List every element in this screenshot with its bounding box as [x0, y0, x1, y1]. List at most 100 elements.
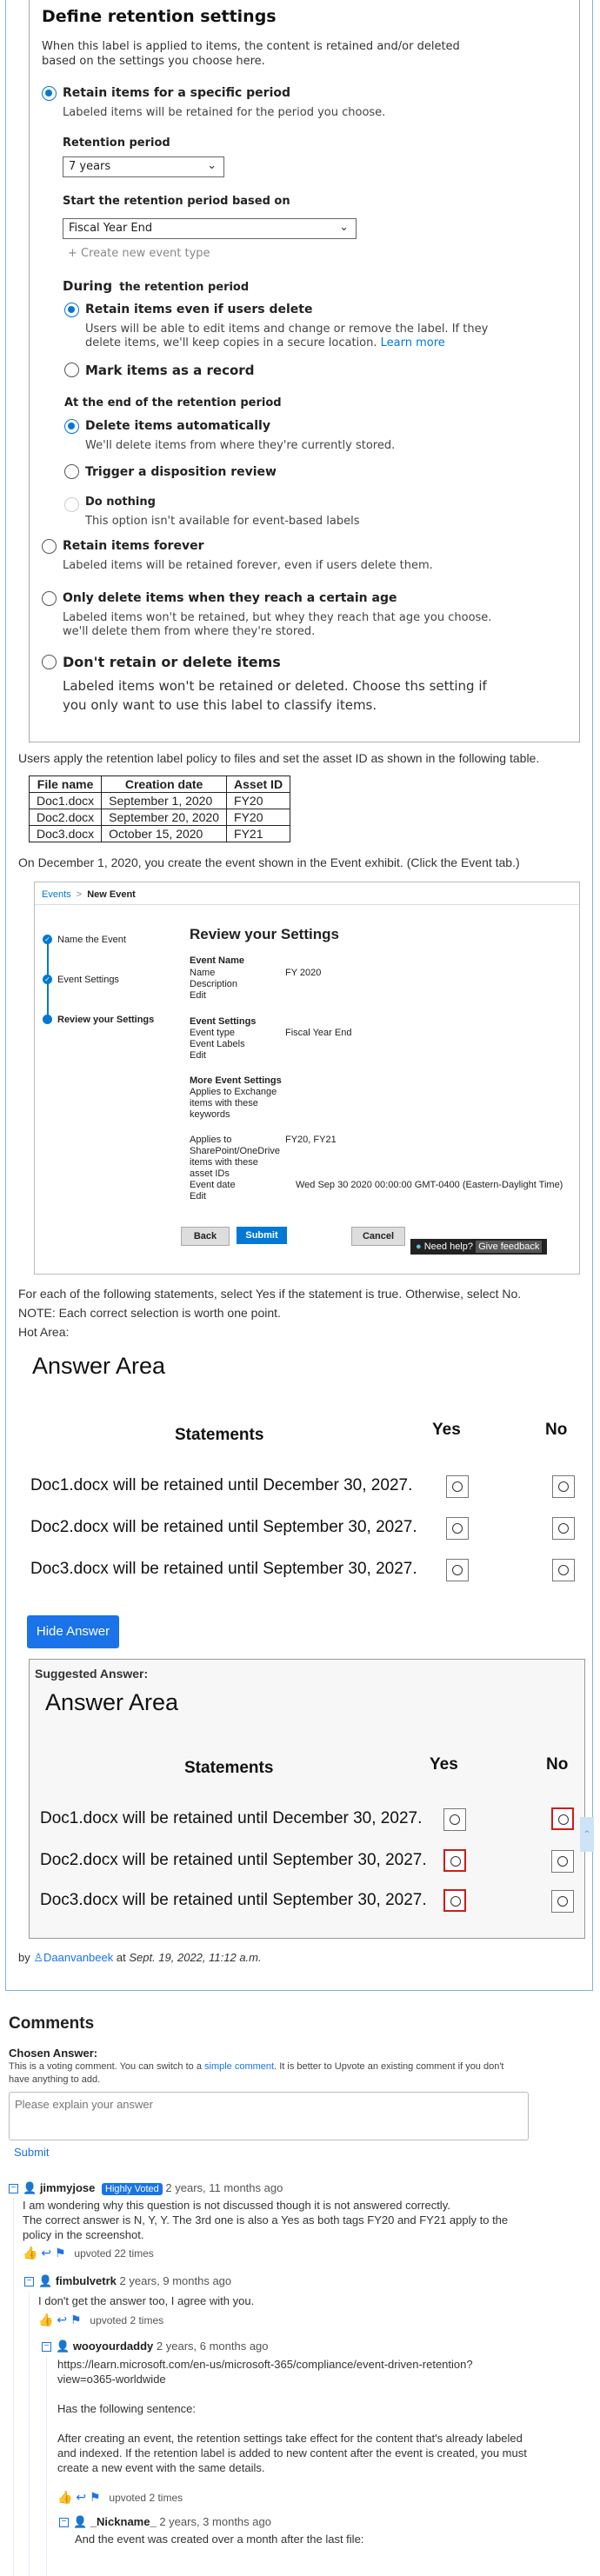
upvote-icon[interactable]: 👍	[57, 2490, 72, 2504]
back-button[interactable]: Back	[181, 1227, 230, 1246]
hide-answer-button[interactable]: Hide Answer	[27, 1615, 119, 1648]
table-cell: Doc3.docx	[28, 825, 103, 842]
simple-comment-link[interactable]: simple comment	[204, 2061, 274, 2072]
edit-link[interactable]: Edit	[190, 990, 206, 1001]
review-heading: Review your Settings	[190, 926, 339, 942]
comment-3-header: 👤 wooyourdaddy 2 years, 6 months ago	[56, 2340, 269, 2353]
byline: by ♙Daanvanbeek at Sept. 19, 2022, 11:12…	[18, 1951, 262, 1965]
comment-3-line: https://learn.microsoft.com/en-us/micros…	[57, 2358, 473, 2371]
thread-line	[29, 2291, 30, 2576]
edit-link[interactable]: Edit	[190, 1050, 206, 1061]
no-radio-1[interactable]	[552, 1475, 575, 1498]
comment-3-upvotes: upvoted 2 times	[109, 2492, 183, 2504]
opt-retain-forever: Retain items forever	[63, 539, 204, 553]
breadcrumb-events[interactable]: Events	[42, 889, 71, 900]
table-cell: FY21	[226, 825, 291, 842]
byline-date: Sept. 19, 2022, 11:12 a.m.	[129, 1951, 262, 1964]
name-label: Name	[190, 968, 216, 978]
upvote-icon[interactable]: 👍	[23, 2246, 37, 2260]
submit-button[interactable]: Submit	[237, 1227, 287, 1244]
radio-dont-retain[interactable]	[42, 655, 57, 669]
comment-2-date: 2 years, 9 months ago	[119, 2274, 232, 2287]
more-settings-title: More Event Settings	[190, 1075, 282, 1086]
comment-3-date: 2 years, 6 months ago	[156, 2340, 269, 2353]
suggested-no-2	[551, 1850, 574, 1873]
collapse-toggle-3[interactable]: −	[42, 2342, 51, 2352]
opt-retain-delete: Retain items even if users delete	[85, 303, 313, 316]
collapse-toggle-4[interactable]: −	[59, 2518, 69, 2527]
hot-area-label: Hot Area:	[18, 1325, 70, 1339]
opt-delete-auto: Delete items automatically	[85, 419, 270, 433]
flag-icon[interactable]: ⚑	[70, 2313, 82, 2326]
suggested-answer-title: Answer Area	[45, 1689, 179, 1715]
submit-comment-button[interactable]: Submit	[14, 2146, 49, 2159]
table-row: Doc3.docx October 15, 2020 FY21	[28, 825, 291, 842]
comment-3-author[interactable]: wooyourdaddy	[73, 2340, 153, 2353]
comment-3-line: view=o365-worldwide	[57, 2373, 166, 2386]
suggested-answer-box: Suggested Answer: Answer Area Statements…	[29, 1659, 585, 1939]
opt-dont-retain-desc1: Labeled items won't be retained or delet…	[63, 678, 487, 694]
table-cell: October 15, 2020	[101, 825, 228, 842]
comment-2-line: I don't get the answer too, I agree with…	[38, 2294, 255, 2307]
suggested-statement-1: Doc1.docx will be retained until Decembe…	[40, 1809, 423, 1827]
step-event-settings[interactable]: Event Settings	[57, 975, 119, 985]
reply-icon[interactable]: ↩	[76, 2490, 86, 2504]
no-radio-3[interactable]	[552, 1559, 575, 1581]
byline-by: by	[18, 1951, 30, 1964]
check-icon: ✓	[43, 935, 52, 944]
yes-radio-1[interactable]	[446, 1475, 469, 1498]
event-name-title: Event Name	[190, 955, 244, 966]
radio-delete-age[interactable]	[42, 591, 57, 606]
step-review[interactable]: Review your Settings	[57, 1015, 154, 1025]
answer-area-title: Answer Area	[32, 1353, 166, 1379]
voting-note-line2: have anything to add.	[9, 2074, 101, 2085]
flag-icon[interactable]: ⚑	[55, 2246, 66, 2260]
suggested-statement-3: Doc3.docx will be retained until Septemb…	[40, 1891, 427, 1909]
edit-link[interactable]: Edit	[190, 1191, 206, 1201]
comment-4-line: And the event was created over a month a…	[75, 2533, 364, 2546]
suggested-no-1-selected	[551, 1807, 574, 1830]
comment-4-author[interactable]: _Nickname_	[90, 2515, 157, 2528]
check-icon: ✓	[43, 975, 52, 984]
sharepoint-value: FY20, FY21	[285, 1135, 337, 1145]
give-feedback-button[interactable]: Give feedback	[476, 1241, 543, 1253]
radio-mark-record[interactable]	[64, 363, 79, 377]
flag-icon[interactable]: ⚑	[90, 2490, 101, 2504]
learn-more-link[interactable]: Learn more	[381, 336, 445, 349]
collapse-toggle-1[interactable]: −	[9, 2184, 18, 2193]
comment-1-line: I am wondering why this question is not …	[23, 2199, 450, 2212]
step-name-event[interactable]: Name the Event	[57, 935, 126, 945]
note-text: NOTE: Each correct selection is worth on…	[18, 1306, 281, 1320]
radio-disposition[interactable]	[64, 464, 79, 479]
collapse-toggle-2[interactable]: −	[24, 2277, 34, 2286]
no-radio-2[interactable]	[552, 1517, 575, 1540]
user-icon: ♙	[33, 1951, 44, 1964]
upvote-icon[interactable]: 👍	[38, 2313, 53, 2326]
start-select[interactable]: Fiscal Year End ⌄	[63, 218, 357, 239]
yes-radio-3[interactable]	[446, 1559, 469, 1581]
byline-author[interactable]: Daanvanbeek	[43, 1951, 113, 1964]
comment-2-author[interactable]: fimbulvetrk	[56, 2274, 117, 2287]
feedback-bar[interactable]: ● Need help? Give feedback	[410, 1239, 548, 1255]
yes-radio-2[interactable]	[446, 1517, 469, 1540]
reply-icon[interactable]: ↩	[41, 2246, 51, 2260]
comment-1-line: policy in the screenshot.	[23, 2228, 144, 2241]
comment-3-actions: 👍 ↩ ⚑ upvoted 2 times	[57, 2490, 183, 2505]
user-icon: 👤	[38, 2274, 53, 2287]
scroll-up-tab[interactable]: ⌃	[580, 1817, 594, 1852]
period-select[interactable]: 7 years ⌄	[63, 156, 224, 177]
comment-1-author[interactable]: jimmyjose	[40, 2181, 96, 2194]
radio-retain-period[interactable]	[42, 86, 57, 101]
suggested-no-3	[551, 1890, 574, 1913]
comment-3-body: https://learn.microsoft.com/en-us/micros…	[57, 2357, 527, 2475]
table-cell: September 20, 2020	[101, 809, 228, 826]
radio-do-nothing	[64, 497, 79, 512]
cancel-button[interactable]: Cancel	[351, 1227, 405, 1246]
reply-icon[interactable]: ↩	[57, 2313, 67, 2326]
comment-1-header: 👤 jimmyjose Highly Voted 2 years, 11 mon…	[23, 2181, 283, 2195]
create-event-type-link[interactable]: + Create new event type	[68, 247, 210, 260]
radio-delete-auto[interactable]	[64, 419, 79, 434]
radio-retain-delete[interactable]	[64, 303, 79, 317]
radio-retain-forever[interactable]	[42, 539, 57, 554]
comment-textarea[interactable]	[9, 2092, 529, 2140]
